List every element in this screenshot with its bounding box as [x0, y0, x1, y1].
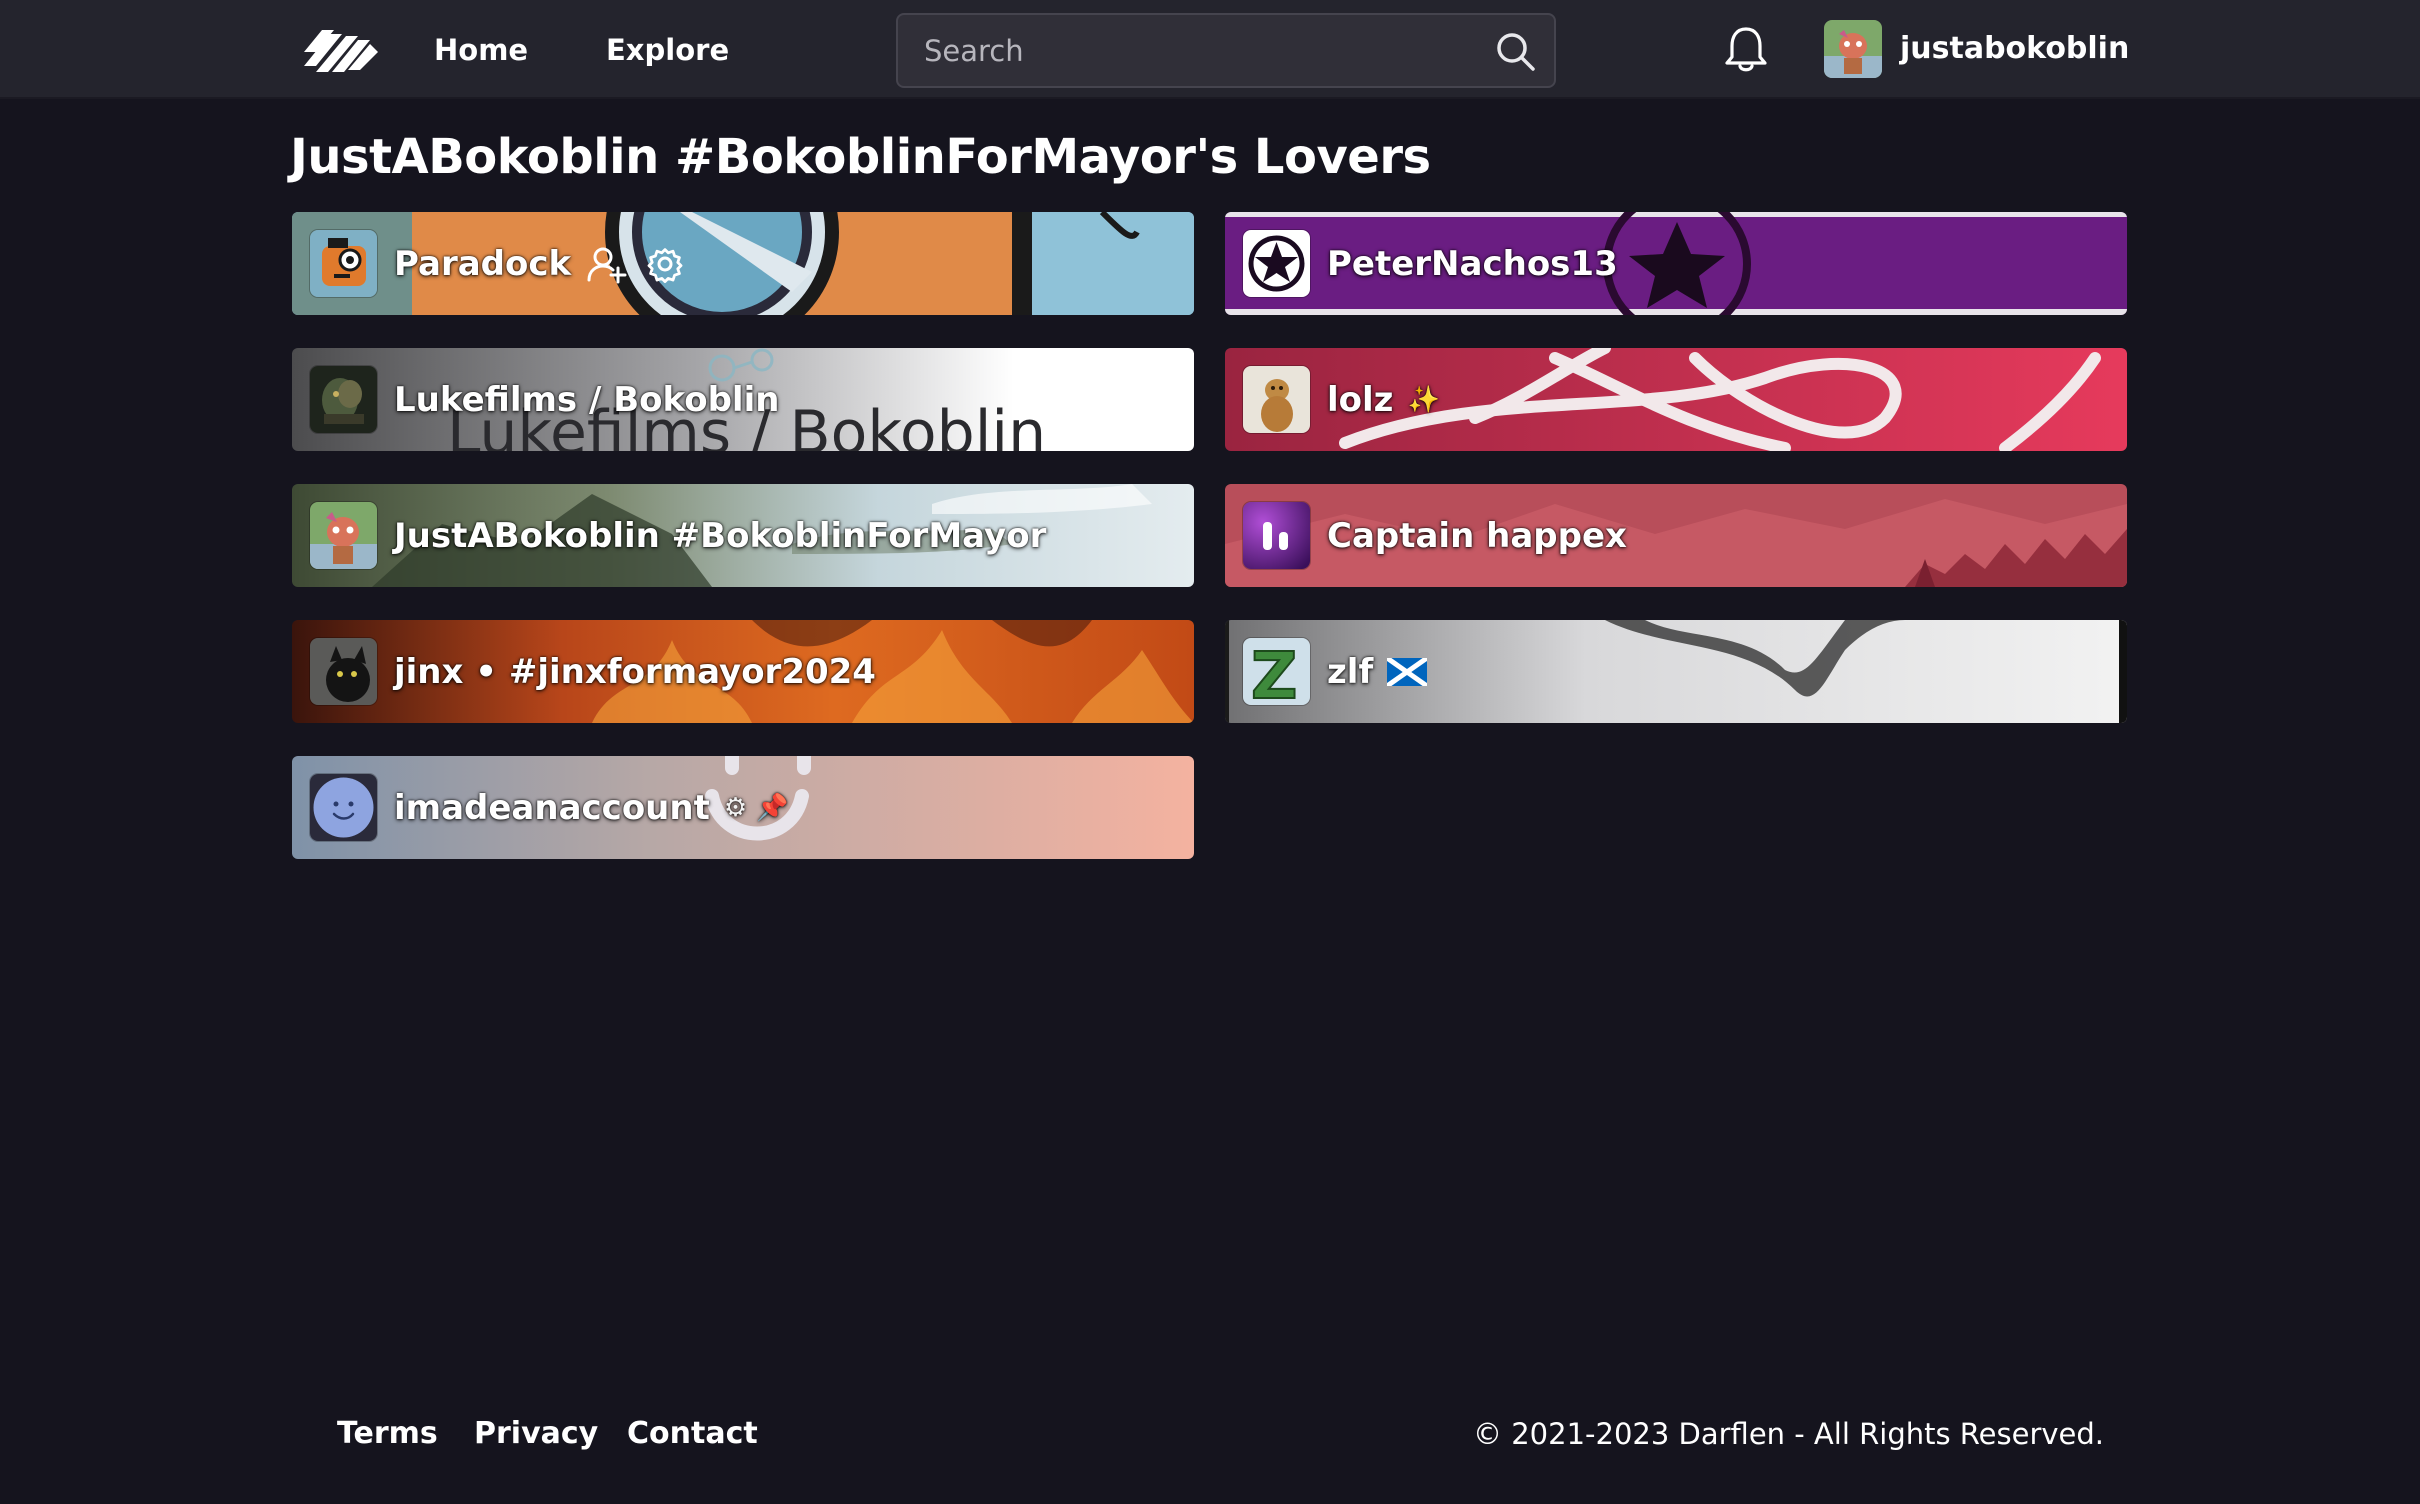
nav-explore-link[interactable]: Explore [606, 30, 729, 70]
user-card-zlf[interactable]: Z zlf [1225, 620, 2127, 723]
scotland-flag-icon [1387, 658, 1428, 686]
avatar [1243, 230, 1310, 297]
svg-text:Z: Z [1251, 640, 1297, 705]
user-card-name: JustABokoblin #BokoblinForMayor [394, 516, 1047, 556]
avatar [1243, 502, 1310, 569]
avatar [310, 230, 377, 297]
copyright-text: © 2021-2023 Darflen - All Rights Reserve… [1473, 1417, 2104, 1451]
user-card-lolz[interactable]: lolz ✨ [1225, 348, 2127, 451]
user-card-paradock[interactable]: Paradock [292, 212, 1194, 315]
gear-icon[interactable] [643, 242, 687, 286]
user-card-peternachos13[interactable]: PeterNachos13 [1225, 212, 2127, 315]
user-card-justabokoblin[interactable]: JustABokoblin #BokoblinForMayor [292, 484, 1194, 587]
username: justabokoblin [1900, 31, 2130, 66]
user-card-jinx[interactable]: jinx • #jinxformayor2024 [292, 620, 1194, 723]
user-card-name: lolz [1327, 380, 1394, 420]
sparkles-emoji: ✨ [1407, 385, 1440, 415]
user-card-name: jinx • #jinxformayor2024 [394, 652, 876, 692]
user-card-name: zlf [1327, 652, 1374, 692]
search-icon[interactable] [1494, 30, 1536, 72]
search-bar [896, 13, 1556, 88]
gear-pin-emoji: ⚙ 📌 [723, 793, 789, 823]
user-card-name: imadeanaccount [394, 788, 710, 828]
avatar [310, 366, 377, 433]
nav-home-link[interactable]: Home [434, 30, 528, 70]
avatar: Z [1243, 638, 1310, 705]
search-input[interactable] [898, 15, 1478, 86]
user-card-name: Lukefilms / Bokoblin [394, 380, 780, 420]
footer-privacy-link[interactable]: Privacy [474, 1414, 598, 1454]
user-card-lukefilms[interactable]: Lukefilms / Bokoblin Lukefilms / Bokobli… [292, 348, 1194, 451]
bell-icon[interactable] [1722, 24, 1770, 74]
user-card-name: Paradock [394, 244, 572, 284]
avatar [1824, 20, 1882, 78]
user-menu[interactable]: justabokoblin [1824, 20, 2129, 78]
avatar [310, 638, 377, 705]
footer-contact-link[interactable]: Contact [627, 1414, 758, 1454]
darflen-logo-icon[interactable] [300, 22, 380, 78]
avatar [310, 774, 377, 841]
user-card-captain-happex[interactable]: Captain happex [1225, 484, 2127, 587]
top-navigation-bar: Home Explore justabokoblin [0, 0, 2420, 99]
avatar [1243, 366, 1310, 433]
avatar [310, 502, 377, 569]
add-user-icon[interactable] [585, 242, 629, 286]
user-card-imadeanaccount[interactable]: imadeanaccount ⚙ 📌 [292, 756, 1194, 859]
user-card-name: Captain happex [1327, 516, 1627, 556]
page-title: JustABokoblin #BokoblinForMayor's Lovers [290, 129, 1431, 185]
user-card-name: PeterNachos13 [1327, 244, 1618, 284]
footer-terms-link[interactable]: Terms [337, 1414, 438, 1454]
